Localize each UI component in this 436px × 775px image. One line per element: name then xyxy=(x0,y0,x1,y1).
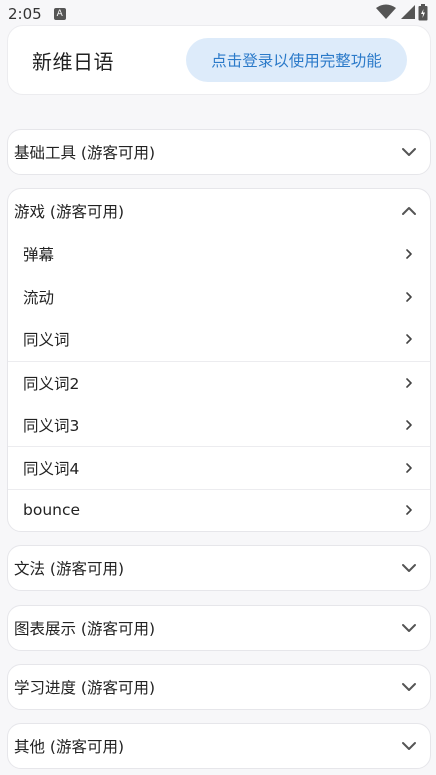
signal-icon xyxy=(399,4,415,24)
notification-icon: A xyxy=(53,8,66,20)
chevron-right-icon xyxy=(404,247,414,261)
chevron-down-icon xyxy=(400,678,418,696)
section-header-grammar[interactable]: 文法 (游客可用) xyxy=(8,546,430,590)
status-time: 2:05 xyxy=(8,5,42,23)
section-other: 其他 (游客可用) xyxy=(7,723,431,769)
list-item-synonym-2[interactable]: 同义词2 xyxy=(8,360,430,404)
list-item-flow[interactable]: 流动 xyxy=(8,276,430,319)
chevron-right-icon xyxy=(404,332,414,346)
list-item-label: bounce xyxy=(23,501,81,520)
list-item-label: 弹幕 xyxy=(23,246,55,265)
app-title: 新维日语 xyxy=(32,50,114,74)
chevron-right-icon xyxy=(404,418,414,432)
chevron-down-icon xyxy=(400,559,418,577)
login-button[interactable]: 点击登录以使用完整功能 xyxy=(186,38,407,82)
header-card: 新维日语 点击登录以使用完整功能 xyxy=(7,25,431,95)
wifi-icon xyxy=(376,4,396,24)
list-item-synonym-3[interactable]: 同义词3 xyxy=(8,403,430,446)
chevron-right-icon xyxy=(404,376,414,390)
list-item-label: 同义词 xyxy=(23,331,70,350)
section-title: 游戏 (游客可用) xyxy=(14,203,125,221)
section-header-basic-tools[interactable]: 基础工具 (游客可用) xyxy=(8,130,430,174)
list-item-synonym-4[interactable]: 同义词4 xyxy=(8,445,430,489)
section-title: 文法 (游客可用) xyxy=(14,560,125,578)
list-item-label: 同义词3 xyxy=(23,416,80,435)
section-basic-tools: 基础工具 (游客可用) xyxy=(7,129,431,175)
chevron-down-icon xyxy=(400,619,418,637)
status-bar: 2:05 A xyxy=(0,0,436,28)
chevron-right-icon xyxy=(404,290,414,304)
section-charts: 图表展示 (游客可用) xyxy=(7,605,431,651)
list-item-synonym[interactable]: 同义词 xyxy=(8,318,430,361)
list-item-bounce[interactable]: bounce xyxy=(8,488,430,532)
chevron-down-icon xyxy=(400,143,418,161)
list-item-label: 同义词4 xyxy=(23,459,80,478)
section-title: 图表展示 (游客可用) xyxy=(14,620,156,638)
chevron-right-icon xyxy=(404,503,414,517)
list-item-label: 流动 xyxy=(23,288,55,307)
section-title: 学习进度 (游客可用) xyxy=(14,679,156,697)
list-item-danmaku[interactable]: 弹幕 xyxy=(8,233,430,276)
section-progress: 学习进度 (游客可用) xyxy=(7,664,431,710)
section-games: 游戏 (游客可用) 弹幕 流动 同义词 同义词2 同义词3 同义词4 bounc… xyxy=(7,188,431,533)
section-header-games[interactable]: 游戏 (游客可用) xyxy=(8,189,430,233)
section-header-charts[interactable]: 图表展示 (游客可用) xyxy=(8,606,430,650)
section-header-other[interactable]: 其他 (游客可用) xyxy=(8,724,430,768)
chevron-up-icon xyxy=(400,202,418,220)
battery-icon xyxy=(418,3,428,25)
section-grammar: 文法 (游客可用) xyxy=(7,545,431,591)
section-header-progress[interactable]: 学习进度 (游客可用) xyxy=(8,665,430,709)
section-title: 基础工具 (游客可用) xyxy=(14,144,156,162)
chevron-right-icon xyxy=(404,461,414,475)
chevron-down-icon xyxy=(400,737,418,755)
list-item-label: 同义词2 xyxy=(23,374,80,393)
section-title: 其他 (游客可用) xyxy=(14,738,125,756)
